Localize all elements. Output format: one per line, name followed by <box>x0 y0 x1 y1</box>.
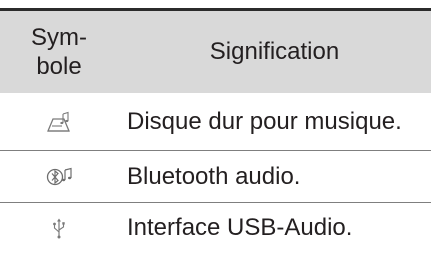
bluetooth-audio-icon <box>0 151 118 202</box>
header-symbol-line2: bole <box>36 53 82 80</box>
table-row: Disque dur pour musique. <box>0 93 431 151</box>
table-row: Bluetooth audio. <box>0 151 431 203</box>
symbol-table: Sym- bole Signification Disque dur pour … <box>0 0 431 253</box>
header-meaning: Signification <box>209 38 340 65</box>
table-row: Interface USB-Audio. <box>0 203 431 253</box>
hard-disk-music-icon <box>0 93 118 150</box>
header-symbol-line1: Sym- <box>31 24 87 51</box>
row-text: Interface USB-Audio. <box>127 214 353 241</box>
table-header: Sym- bole Signification <box>0 8 431 93</box>
usb-icon <box>0 203 118 253</box>
row-text: Disque dur pour musique. <box>127 107 402 135</box>
header-symbol: Sym- bole <box>0 11 118 93</box>
row-text: Bluetooth audio. <box>127 162 301 190</box>
